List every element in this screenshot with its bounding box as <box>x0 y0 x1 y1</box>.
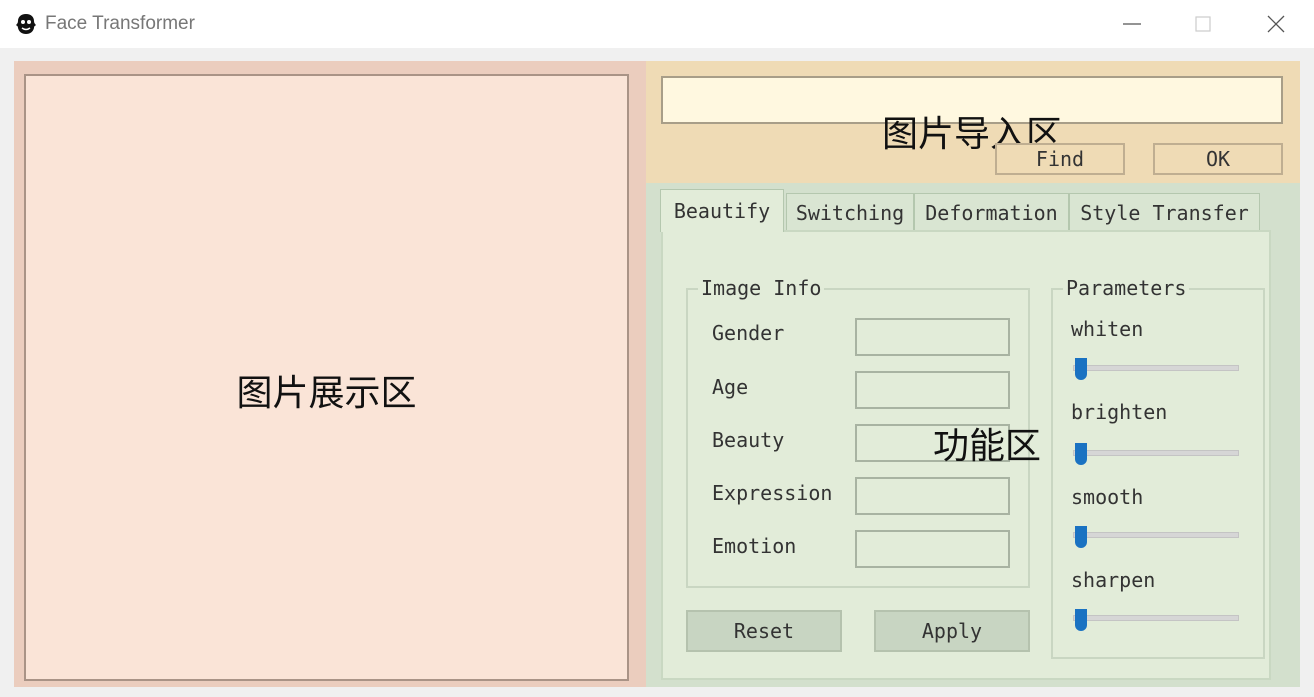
brighten-slider[interactable] <box>1073 450 1239 456</box>
ok-button[interactable]: OK <box>1153 143 1283 175</box>
age-field[interactable] <box>855 371 1010 409</box>
image-display-panel: 图片展示区 <box>14 61 646 687</box>
image-import-panel: 图片导入区 Find OK <box>646 61 1300 183</box>
apply-button[interactable]: Apply <box>874 610 1030 652</box>
function-area-label: 功能区 <box>933 426 1042 467</box>
beauty-label: Beauty <box>712 428 785 452</box>
image-display-label: 图片展示区 <box>236 373 417 414</box>
image-display-area: 图片展示区 <box>24 74 629 681</box>
tab-style-transfer[interactable]: Style Transfer <box>1069 193 1260 231</box>
image-info-title: Image Info <box>698 276 825 300</box>
age-label: Age <box>712 375 749 399</box>
whiten-label: whiten <box>1071 317 1144 341</box>
emotion-label: Emotion <box>712 534 797 558</box>
main-window-content: 图片展示区 图片导入区 Find OK Beautify Switching D… <box>14 61 1300 687</box>
emotion-field[interactable] <box>855 530 1010 568</box>
gender-field[interactable] <box>855 318 1010 356</box>
face-mask-icon <box>16 14 36 34</box>
reset-button[interactable]: Reset <box>686 610 842 652</box>
smooth-label: smooth <box>1071 485 1144 509</box>
smooth-slider[interactable] <box>1073 532 1239 538</box>
parameters-title: Parameters <box>1063 276 1190 300</box>
tab-switching[interactable]: Switching <box>786 193 914 231</box>
parameters-group: Parameters whiten brighten smooth sharpe… <box>1051 276 1265 659</box>
find-button[interactable]: Find <box>995 143 1125 175</box>
sharpen-slider-handle[interactable] <box>1075 609 1087 631</box>
tab-deformation[interactable]: Deformation <box>914 193 1069 231</box>
window-title: Face Transformer <box>45 13 195 34</box>
whiten-slider-handle[interactable] <box>1075 358 1087 380</box>
brighten-label: brighten <box>1071 400 1168 424</box>
title-bar: Face Transformer <box>0 0 1314 48</box>
sharpen-label: sharpen <box>1071 568 1156 592</box>
expression-label: Expression <box>712 481 833 505</box>
sharpen-slider[interactable] <box>1073 615 1239 621</box>
gender-label: Gender <box>712 321 785 345</box>
tab-beautify[interactable]: Beautify <box>660 189 784 232</box>
minimize-icon[interactable] <box>1120 12 1144 36</box>
function-panel: Beautify Switching Deformation Style Tra… <box>646 183 1300 687</box>
brighten-slider-handle[interactable] <box>1075 443 1087 465</box>
close-icon[interactable] <box>1264 12 1288 36</box>
expression-field[interactable] <box>855 477 1010 515</box>
beautify-tab-content: Image Info Gender Age Beauty Expression … <box>661 230 1271 680</box>
smooth-slider-handle[interactable] <box>1075 526 1087 548</box>
maximize-icon[interactable] <box>1191 12 1215 36</box>
whiten-slider[interactable] <box>1073 365 1239 371</box>
